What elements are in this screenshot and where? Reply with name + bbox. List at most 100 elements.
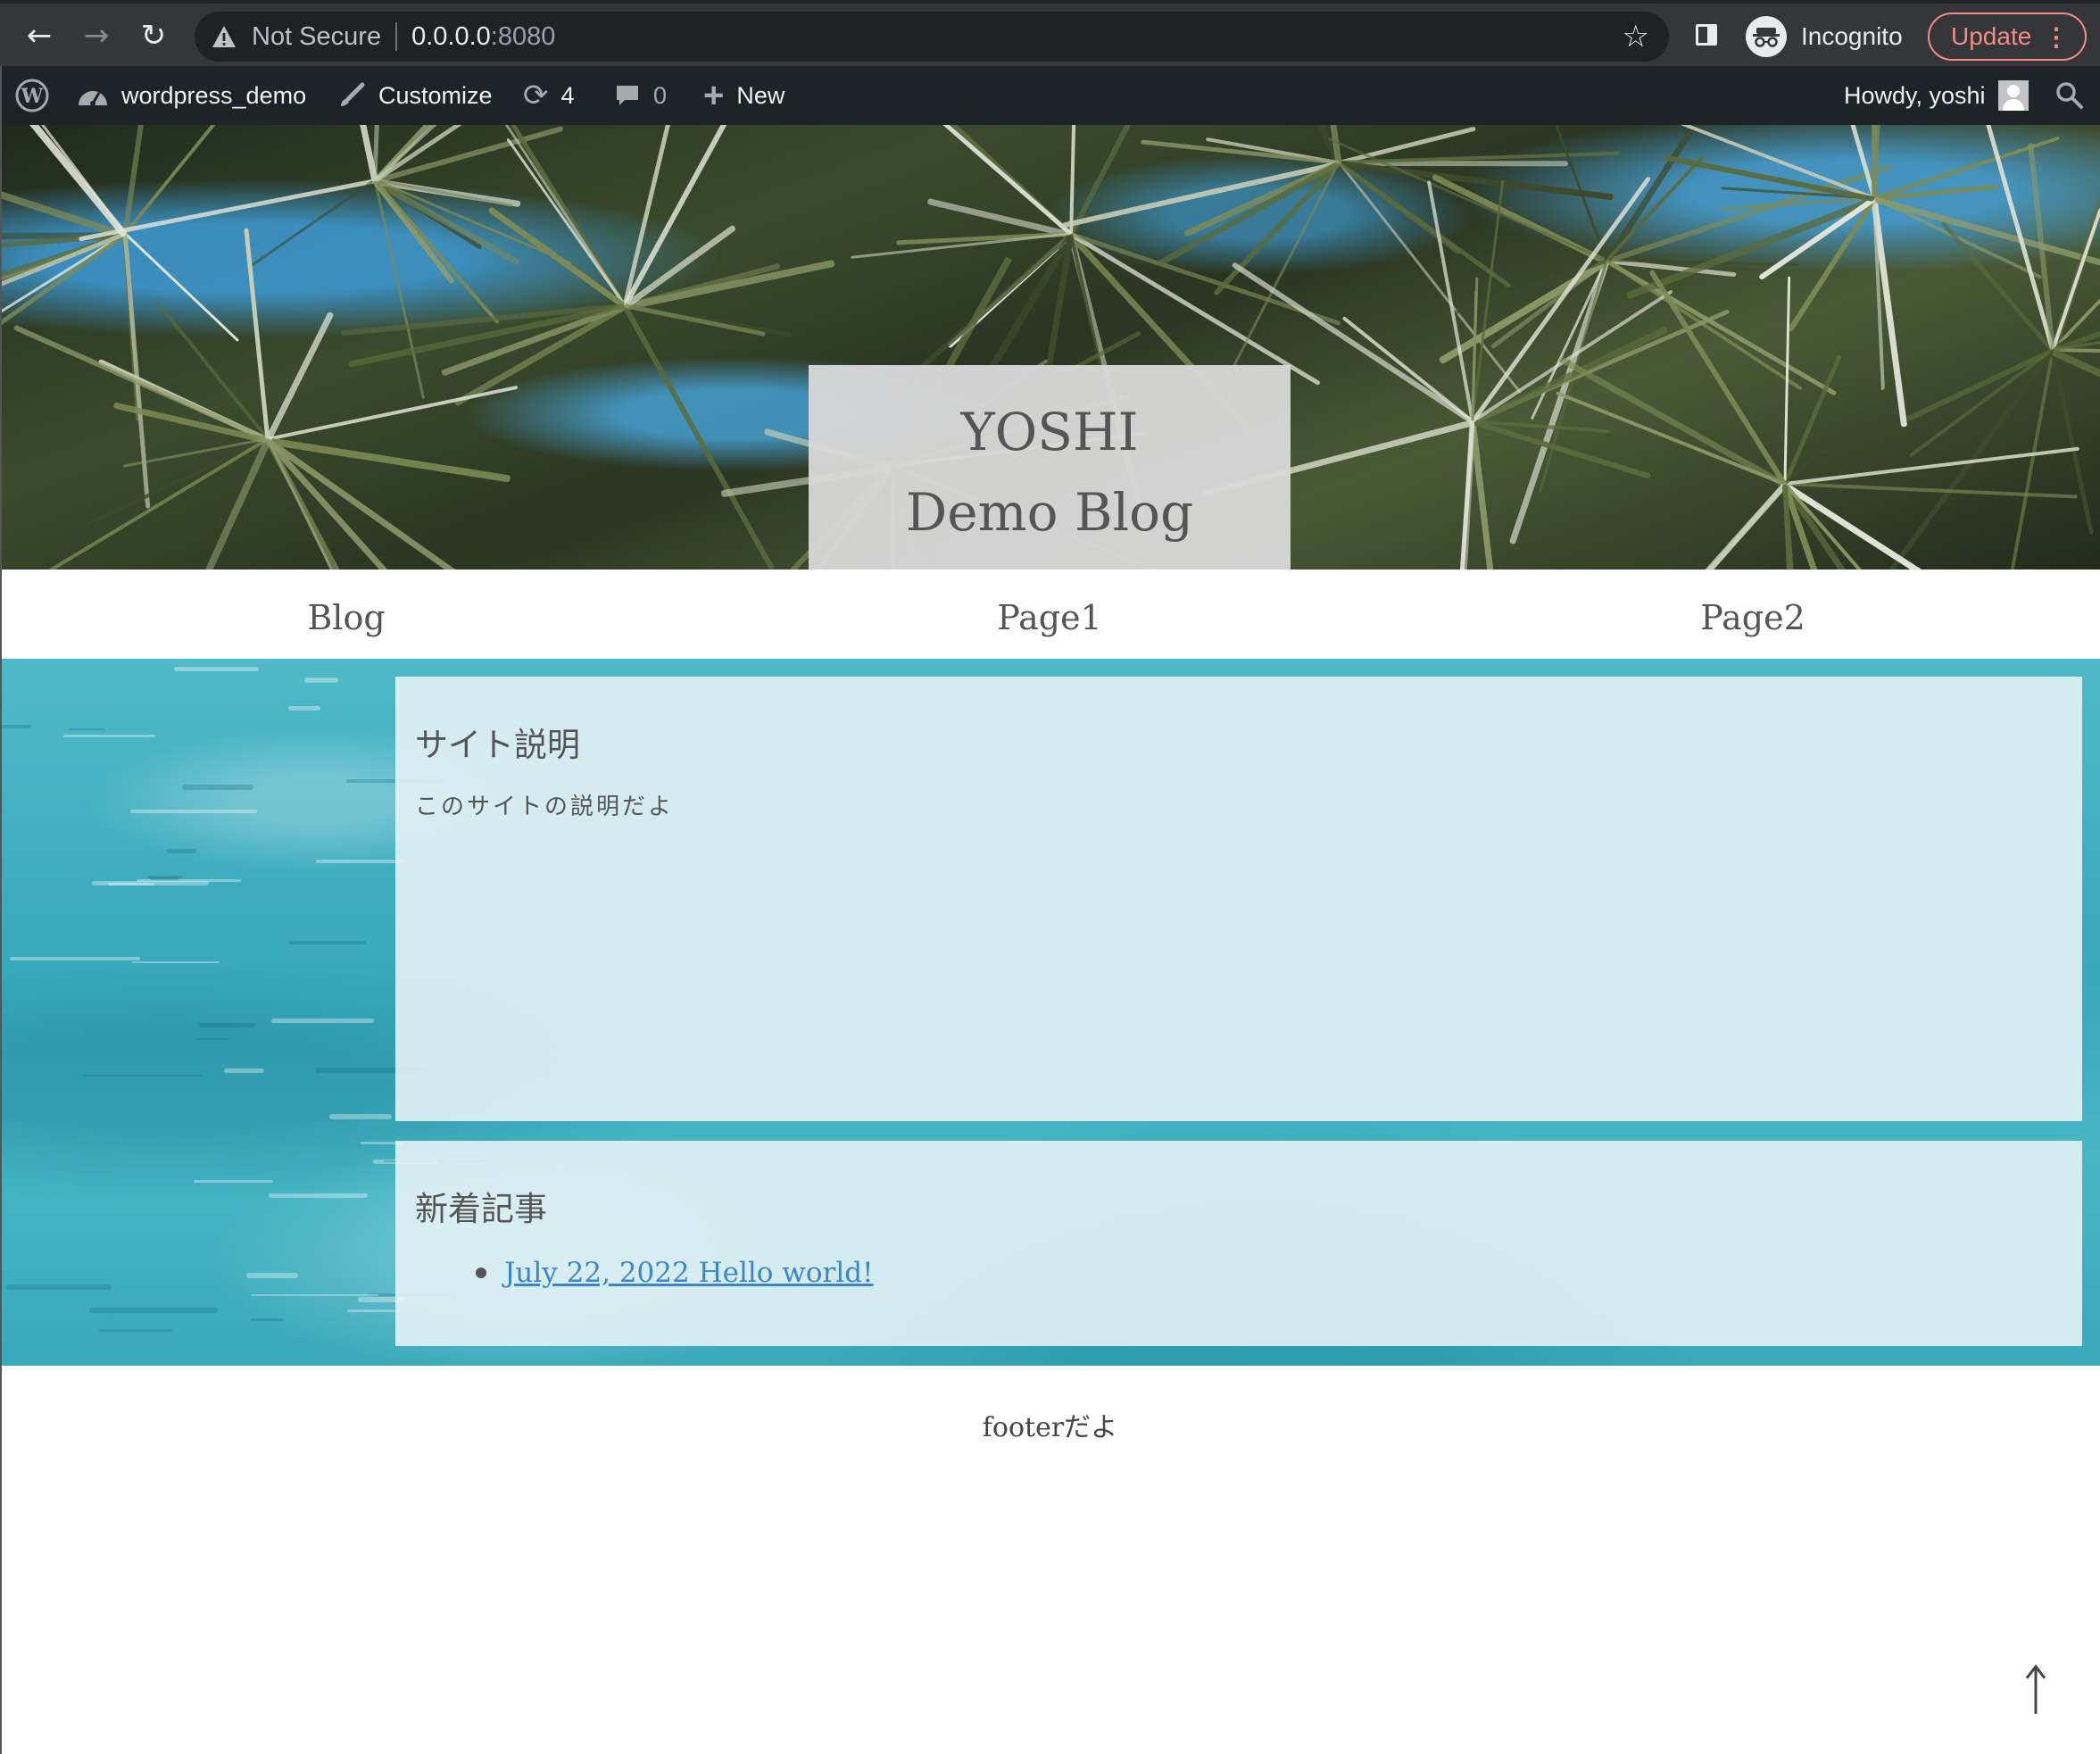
water-ripple <box>268 1193 369 1198</box>
palm-frond <box>1872 125 1878 199</box>
water-ripple <box>287 705 320 711</box>
back-icon[interactable]: ← <box>20 16 59 55</box>
palm-frond <box>1648 269 1788 486</box>
water-ripple <box>6 1284 112 1290</box>
palm-frond <box>1069 232 1321 387</box>
water-ripple <box>132 960 220 964</box>
widget-heading: サイト説明 <box>415 726 580 764</box>
recent-posts-widget: 新着記事 July 22, 2022 Hello world! <box>395 1141 2082 1346</box>
water-ripple <box>182 785 254 791</box>
water-ripple <box>195 1037 228 1041</box>
palm-frond <box>1426 180 1474 422</box>
site-title-box[interactable]: YOSHI Demo Blog <box>809 365 1291 569</box>
site-description-widget: サイト説明 このサイトの説明だよ <box>395 677 2082 1121</box>
customize-link[interactable]: Customize <box>337 66 493 125</box>
customize-label: Customize <box>378 81 493 109</box>
recent-posts-list: July 22, 2022 Hello world! <box>415 1257 2063 1289</box>
water-ripple <box>69 727 105 731</box>
new-content-link[interactable]: + New <box>703 66 784 125</box>
palm-frond <box>2049 125 2100 353</box>
palm-frond <box>1556 390 1786 486</box>
palm-frond <box>264 311 335 442</box>
search-icon[interactable] <box>2054 66 2085 125</box>
water-ripple <box>174 667 259 672</box>
omnibox-divider <box>395 22 398 51</box>
palm-frond <box>123 232 240 343</box>
update-button[interactable]: Update ⋮ <box>1928 12 2087 61</box>
recent-post-link[interactable]: July 22, 2022 Hello world! <box>504 1257 874 1289</box>
plus-icon: + <box>703 75 725 115</box>
address-bar[interactable]: Not Secure 0.0.0.0:8080 ☆ <box>195 12 1669 62</box>
palm-frond <box>0 169 127 239</box>
water-ripple <box>251 1293 378 1296</box>
palm-frond <box>87 437 269 527</box>
palm-frond <box>0 125 128 238</box>
nav-item-page1[interactable]: Page1 <box>871 569 1228 659</box>
water-ripple <box>288 940 366 945</box>
content-area: サイト説明 このサイトの説明だよ 新着記事 July 22, 2022 Hell… <box>0 659 2100 1366</box>
palm-frond <box>1663 154 1875 203</box>
water-ripple <box>165 849 197 853</box>
site-title-line2[interactable]: Demo Blog <box>906 472 1193 553</box>
footer-text: footerだよ <box>982 1412 1118 1443</box>
url-host[interactable]: 0.0.0.0 <box>411 22 491 52</box>
palm-frond <box>504 125 627 306</box>
security-label[interactable]: Not Secure <box>252 22 381 52</box>
palm-frond <box>1605 259 1838 396</box>
new-label: New <box>736 81 785 109</box>
palm-frond <box>329 125 378 183</box>
url-port[interactable]: :8080 <box>491 22 556 52</box>
warning-icon <box>211 23 237 50</box>
water-ripple <box>107 882 154 885</box>
palm-frond <box>1453 421 1475 569</box>
site-title-line1[interactable]: YOSHI <box>960 392 1138 472</box>
palm-frond <box>123 125 289 235</box>
palm-frond <box>1905 348 2054 422</box>
palm-frond <box>624 303 767 337</box>
avatar <box>1997 80 2029 111</box>
palm-frond <box>1558 356 1787 488</box>
side-panel-icon[interactable] <box>1696 24 1717 46</box>
palm-frond <box>1637 482 1788 569</box>
palm-frond <box>1784 446 2080 486</box>
palm-frond <box>265 438 364 569</box>
scroll-to-top-icon[interactable] <box>2022 1662 2049 1716</box>
refresh-icon: ⟳ <box>523 79 549 112</box>
header-hero-image: YOSHI Demo Blog <box>0 125 2100 569</box>
water-ripple <box>250 1318 285 1322</box>
water-ripple <box>223 1068 265 1073</box>
comments-count: 0 <box>653 81 668 109</box>
nav-item-blog[interactable]: Blog <box>168 569 525 659</box>
incognito-profile[interactable]: Incognito <box>1746 12 1903 62</box>
palm-frond <box>2051 208 2100 351</box>
palm-frond <box>1784 482 2078 499</box>
palm-frond <box>622 304 776 569</box>
incognito-label: Incognito <box>1801 22 1903 50</box>
forward-icon[interactable]: → <box>77 16 116 55</box>
star-icon[interactable]: ☆ <box>1623 19 1649 54</box>
updates-link[interactable]: ⟳ 4 <box>523 66 575 125</box>
site-description-text: このサイトの説明だよ <box>415 794 675 820</box>
nav-item-page2[interactable]: Page2 <box>1574 569 1931 659</box>
kebab-menu-icon[interactable]: ⋮ <box>2044 23 2069 52</box>
water-ripple <box>193 1179 273 1183</box>
water-ripple <box>146 876 183 879</box>
palm-frond <box>1606 259 1804 391</box>
water-ripple <box>129 810 257 813</box>
brush-icon <box>337 81 366 110</box>
account-menu[interactable]: Howdy, yoshi <box>1844 66 2029 125</box>
bullet-icon <box>476 1268 486 1278</box>
svg-text:W: W <box>21 85 44 108</box>
palm-frond <box>1212 161 1341 296</box>
site-name-menu[interactable]: wordpress_demo <box>77 66 306 125</box>
water-ripple <box>329 1114 393 1119</box>
updates-count: 4 <box>560 81 575 109</box>
reload-icon[interactable]: ↻ <box>134 16 173 55</box>
update-label: Update <box>1951 22 2032 50</box>
water-ripple <box>245 1273 299 1278</box>
wordpress-logo-icon[interactable]: W <box>14 66 50 125</box>
comment-icon <box>614 82 641 109</box>
widget-heading: 新着記事 <box>415 1190 547 1228</box>
comments-link[interactable]: 0 <box>614 66 667 125</box>
water-ripple <box>316 859 407 863</box>
